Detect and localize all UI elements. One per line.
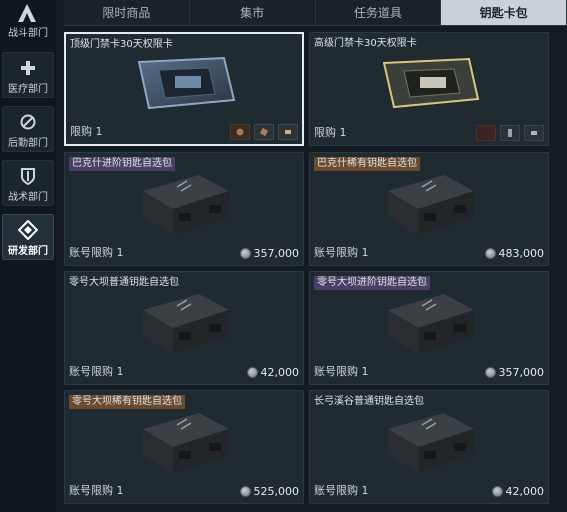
sidebar-item-logistics[interactable]: 后勤部门 [2, 106, 54, 152]
related-items [476, 125, 544, 141]
key-case-image [143, 413, 229, 473]
sidebar-item-label: 医疗部门 [8, 84, 48, 95]
combat-icon [18, 4, 36, 22]
sidebar: 战斗部门 医疗部门 后勤部门 战术部门 研发部门 [0, 0, 56, 512]
currency-coin-icon [239, 248, 251, 259]
currency-coin-icon [246, 367, 258, 378]
item-price: 525,000 [239, 485, 300, 498]
currency-coin-icon [484, 367, 496, 378]
purchase-limit: 账号限购 1 [314, 246, 369, 259]
item-thumb-icon[interactable] [230, 124, 250, 140]
keycard-image [382, 57, 480, 109]
purchase-limit: 账号限购 1 [314, 484, 369, 497]
key-case-image [388, 175, 474, 235]
shop-item-card[interactable]: 顶级门禁卡30天权限卡 限购 1 [64, 32, 304, 146]
tab-limited-items[interactable]: 限时商品 [64, 0, 190, 25]
purchase-limit: 账号限购 1 [69, 365, 124, 378]
tab-keycard-packs[interactable]: 钥匙卡包 [441, 0, 567, 25]
research-icon [17, 219, 39, 241]
related-items [230, 124, 298, 140]
sidebar-item-research[interactable]: 研发部门 [2, 214, 54, 260]
price-value: 42,000 [505, 485, 545, 498]
item-thumb-icon[interactable] [254, 124, 274, 140]
purchase-limit: 账号限购 1 [69, 246, 124, 259]
shop-item-card[interactable]: 零号大坝进阶钥匙自选包 账号限购 1 357,000 [309, 271, 549, 385]
key-case-image [388, 413, 474, 473]
tab-market[interactable]: 集市 [190, 0, 316, 25]
item-thumb-icon[interactable] [524, 125, 544, 141]
purchase-limit: 限购 1 [314, 126, 347, 139]
key-case-image [143, 175, 229, 235]
price-value: 357,000 [253, 247, 300, 260]
item-price: 42,000 [246, 366, 300, 379]
keycard-image [137, 56, 236, 110]
item-price: 483,000 [484, 247, 545, 260]
sidebar-item-label: 研发部门 [8, 246, 48, 257]
medical-cross-icon [17, 57, 39, 79]
logistics-icon [17, 111, 39, 133]
shop-item-card[interactable]: 巴克什进阶钥匙自选包 账号限购 1 357,000 [64, 152, 304, 266]
key-case-image [388, 294, 474, 354]
item-thumb-icon[interactable] [500, 125, 520, 141]
item-price: 357,000 [239, 247, 300, 260]
currency-coin-icon [484, 248, 496, 259]
shop-item-card[interactable]: 高级门禁卡30天权限卡 限购 1 [309, 32, 549, 146]
key-case-image [143, 294, 229, 354]
item-price: 42,000 [491, 485, 545, 498]
tab-bar: 限时商品 集市 任务道具 钥匙卡包 [64, 0, 567, 26]
shield-icon [17, 165, 39, 187]
item-thumb-icon[interactable] [476, 125, 496, 141]
shop-item-card[interactable]: 长弓溪谷普通钥匙自选包 账号限购 1 42,000 [309, 390, 549, 504]
purchase-limit: 账号限购 1 [314, 365, 369, 378]
sidebar-item-label: 战术部门 [8, 192, 48, 203]
sidebar-item-label: 后勤部门 [8, 138, 48, 149]
price-value: 357,000 [498, 366, 545, 379]
price-value: 525,000 [253, 485, 300, 498]
sidebar-item-medical[interactable]: 医疗部门 [2, 52, 54, 98]
sidebar-item-tactical[interactable]: 战术部门 [2, 160, 54, 206]
purchase-limit: 账号限购 1 [69, 484, 124, 497]
tab-mission-items[interactable]: 任务道具 [316, 0, 442, 25]
item-thumb-icon[interactable] [278, 124, 298, 140]
item-price: 357,000 [484, 366, 545, 379]
price-value: 483,000 [498, 247, 545, 260]
shop-item-card[interactable]: 零号大坝普通钥匙自选包 账号限购 1 42,000 [64, 271, 304, 385]
shop-item-card[interactable]: 零号大坝稀有钥匙自选包 账号限购 1 525,000 [64, 390, 304, 504]
price-value: 42,000 [260, 366, 300, 379]
sidebar-item-combat[interactable]: 战斗部门 [0, 0, 56, 44]
shop-item-card[interactable]: 巴克什稀有钥匙自选包 账号限购 1 483,000 [309, 152, 549, 266]
currency-coin-icon [239, 486, 251, 497]
purchase-limit: 限购 1 [70, 125, 103, 138]
currency-coin-icon [491, 486, 503, 497]
sidebar-item-label: 战斗部门 [8, 28, 48, 39]
